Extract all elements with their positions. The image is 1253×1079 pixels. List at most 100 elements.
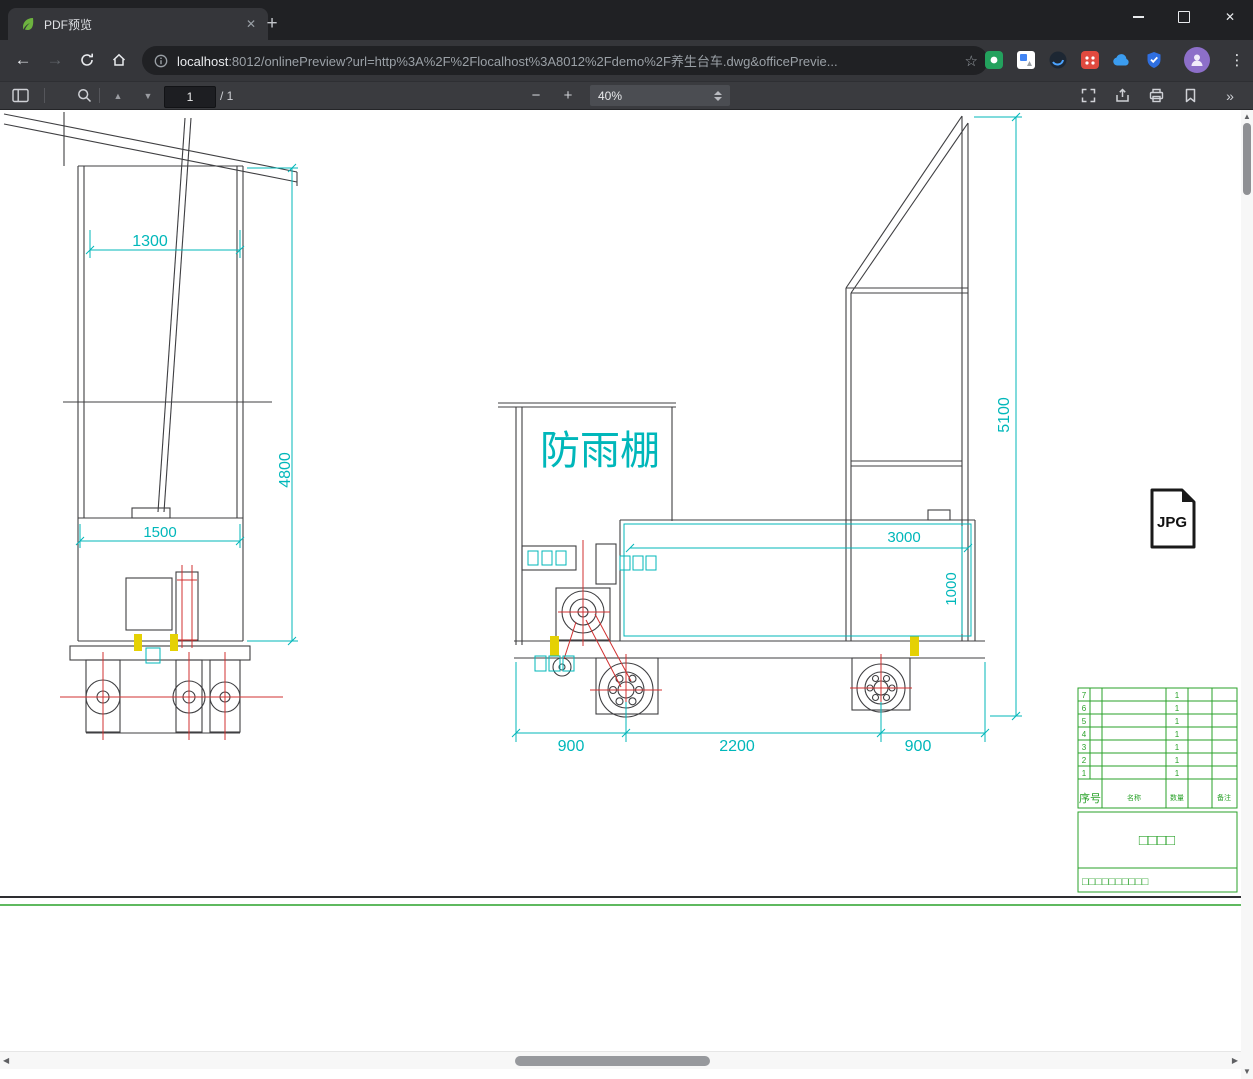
url-text: localhost:8012/onlinePreview?url=http%3A… [177, 51, 956, 70]
select-arrows-icon [714, 90, 722, 101]
pdf-toolbar: ▲ ▼ / 1 − + 40% » [0, 81, 1253, 110]
new-tab-button[interactable]: + [258, 10, 286, 38]
find-button[interactable] [72, 84, 96, 108]
url-path: :8012/onlinePreview?url=http%3A%2F%2Floc… [228, 54, 838, 69]
tab-title: PDF预览 [44, 17, 93, 32]
vertical-scrollbar[interactable]: ▲ ▼ [1241, 110, 1253, 1079]
dim-height-label: 4800 [277, 452, 294, 488]
zoom-out-button[interactable]: − [524, 84, 548, 108]
row-qty: 1 [1175, 769, 1180, 778]
extension-glyph [1081, 51, 1099, 69]
row-no: 4 [1082, 730, 1087, 739]
cad-drawing: 1300 4800 1500 防雨棚 5100 3000 1000 900 22… [0, 112, 1241, 906]
page-down-icon: ▼ [143, 90, 153, 101]
previous-page-button[interactable]: ▲ [106, 84, 130, 108]
presentation-mode-button[interactable] [1076, 84, 1100, 108]
title-block: 7 1 6 1 5 1 4 1 3 1 2 1 1 1 序号 名称 数量 备注 … [1077, 687, 1238, 893]
rear-overhang-label: 900 [905, 738, 932, 755]
browser-toolbar: ← → localhost:8012/onlinePreview?url=htt… [0, 40, 1253, 81]
row-qty: 1 [1175, 743, 1180, 752]
page-number-input[interactable] [164, 86, 216, 108]
extension-icon-cloud[interactable] [1112, 50, 1132, 70]
jpg-file-icon: JPG [1150, 488, 1196, 549]
next-page-button[interactable]: ▼ [136, 84, 160, 108]
row-no: 1 [1082, 769, 1087, 778]
scroll-right-icon[interactable]: ▶ [1232, 1057, 1238, 1065]
side-view: 防雨棚 5100 3000 1000 900 2200 900 [498, 112, 1022, 755]
row-qty: 1 [1175, 730, 1180, 739]
row-qty: 1 [1175, 691, 1180, 700]
upload-box-icon [1115, 88, 1129, 102]
header-seq: 序号 [1079, 791, 1101, 805]
reload-icon [81, 53, 93, 66]
row-no: 6 [1082, 704, 1087, 713]
more-tools-button[interactable]: » [1218, 84, 1242, 108]
home-button[interactable] [104, 45, 134, 75]
zoom-in-button[interactable]: + [556, 84, 580, 108]
jpg-badge-label: JPG [1157, 514, 1187, 531]
info-icon [154, 54, 168, 67]
profile-avatar[interactable] [1184, 47, 1210, 73]
spring-leaf-favicon [20, 16, 36, 32]
extension-icon-green[interactable] [984, 50, 1004, 70]
maximize-button[interactable] [1161, 0, 1207, 34]
url-host: localhost [177, 54, 229, 69]
header-note: 备注 [1217, 793, 1231, 802]
horizontal-scroll-thumb[interactable] [515, 1056, 710, 1066]
zoom-select[interactable]: 40% [590, 85, 730, 106]
body-height-label: 1000 [943, 572, 960, 605]
extension-icon-translate[interactable] [1016, 50, 1036, 70]
browser-tab[interactable]: PDF预览 ✕ [8, 8, 268, 40]
vertical-scroll-thumb[interactable] [1243, 123, 1251, 195]
shield-icon [1147, 52, 1161, 68]
header-qty: 数量 [1170, 793, 1184, 802]
row-qty: 1 [1175, 717, 1180, 726]
pdf-page-view: 1300 4800 1500 防雨棚 5100 3000 1000 900 22… [0, 110, 1241, 1079]
front-overhang-label: 900 [558, 738, 585, 755]
front-view: 1300 4800 1500 [3, 112, 298, 740]
minimize-button[interactable] [1115, 0, 1161, 34]
window-controls: ✕ [1115, 0, 1253, 34]
reload-button[interactable] [72, 45, 102, 75]
row-no: 3 [1082, 743, 1087, 752]
fullscreen-icon [1081, 88, 1095, 103]
canopy-label: 防雨棚 [540, 429, 660, 473]
browser-window: PDF预览 ✕ + ✕ ← → localhost:8012/onlinePre… [0, 0, 1253, 1079]
extension-glyph [1049, 51, 1067, 69]
sidebar-toggle-button[interactable] [8, 84, 32, 108]
bookmark-star-icon[interactable]: ☆ [965, 52, 978, 70]
minimize-icon [1132, 16, 1144, 18]
forward-button[interactable]: → [40, 45, 70, 75]
back-button[interactable]: ← [8, 45, 38, 75]
toolbar-divider [44, 88, 45, 103]
extension-icon-dark-circle[interactable] [1048, 50, 1068, 70]
header-name: 名称 [1127, 793, 1141, 802]
extension-icon-red-grid[interactable] [1080, 50, 1100, 70]
open-file-button[interactable] [1110, 84, 1134, 108]
sidebar-toggle-icon [11, 88, 29, 103]
row-no: 5 [1082, 717, 1087, 726]
scroll-down-icon[interactable]: ▼ [1243, 1068, 1251, 1076]
scroll-left-icon[interactable]: ◀ [3, 1057, 9, 1065]
dim-top-width-label: 1300 [132, 233, 168, 250]
body-width-label: 3000 [887, 529, 920, 546]
scroll-up-icon[interactable]: ▲ [1243, 113, 1251, 121]
bookmark-button[interactable] [1178, 84, 1202, 108]
extension-icon-shield[interactable] [1144, 50, 1164, 70]
dim-inner-width-label: 1500 [143, 524, 176, 541]
browser-menu-icon[interactable]: ⋮ [1224, 47, 1250, 73]
extension-glyph [985, 51, 1003, 69]
extension-glyph [1017, 51, 1035, 69]
print-icon [1149, 88, 1163, 103]
row-no: 2 [1082, 756, 1087, 765]
horizontal-scrollbar[interactable]: ◀ ▶ [0, 1051, 1241, 1069]
address-bar[interactable]: localhost:8012/onlinePreview?url=http%3A… [142, 46, 988, 75]
wheelbase-label: 2200 [719, 738, 755, 755]
page-up-icon: ▲ [113, 90, 123, 101]
toolbar-divider [99, 88, 100, 103]
row-no: 7 [1082, 691, 1087, 700]
drawing-number-text: □□□□□□□□□□ [1082, 876, 1149, 888]
print-button[interactable] [1144, 84, 1168, 108]
tab-strip: PDF预览 ✕ + ✕ [0, 0, 1253, 40]
close-button[interactable]: ✕ [1207, 0, 1253, 34]
